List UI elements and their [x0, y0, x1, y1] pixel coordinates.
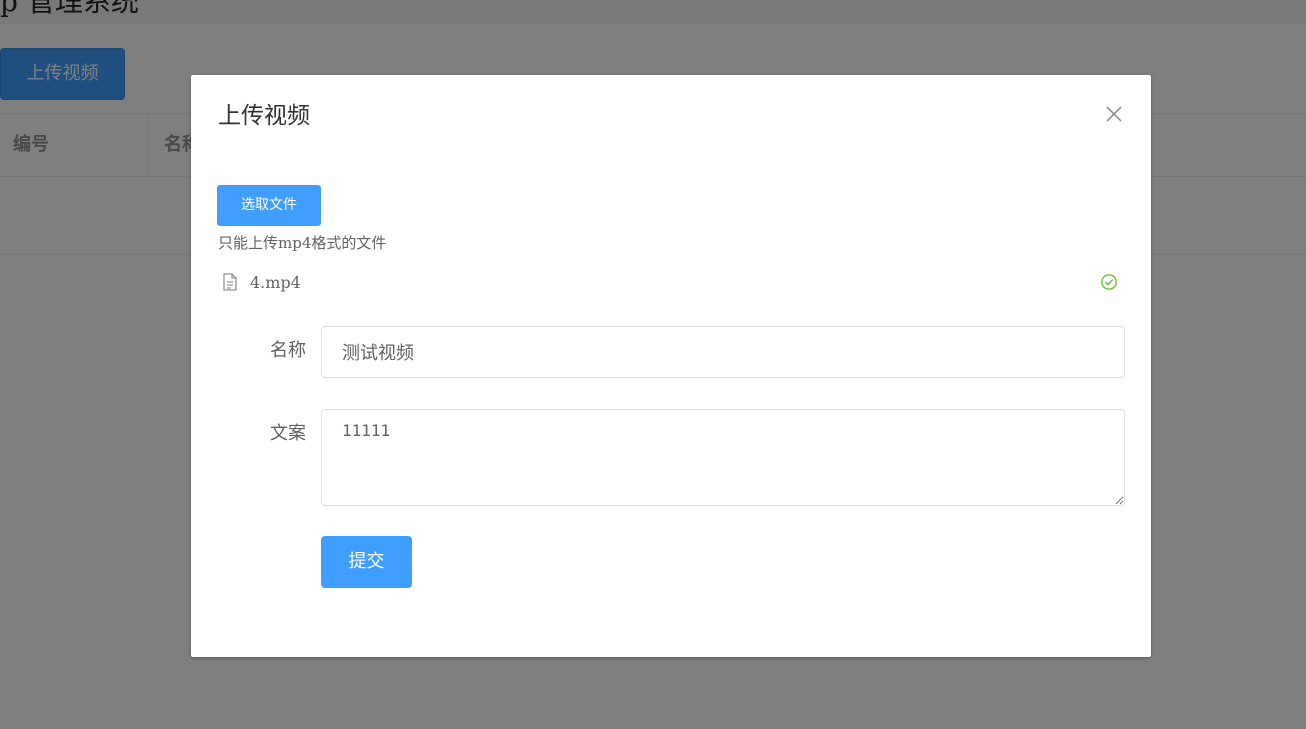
select-file-button[interactable]: 选取文件 — [217, 185, 321, 226]
upload-tip: 只能上传mp4格式的文件 — [218, 234, 387, 252]
close-icon — [1106, 106, 1122, 122]
circle-check-icon — [1101, 274, 1117, 290]
document-icon — [223, 273, 237, 291]
copy-textarea[interactable]: 11111 — [321, 409, 1125, 506]
submit-button[interactable]: 提交 — [321, 536, 412, 588]
name-input[interactable] — [321, 326, 1125, 378]
uploaded-file-item[interactable]: 4.mp4 — [218, 269, 1124, 297]
file-name: 4.mp4 — [250, 273, 301, 292]
dialog-title: 上传视频 — [218, 103, 310, 129]
name-label: 名称 — [270, 340, 306, 361]
copy-label: 文案 — [270, 423, 306, 444]
close-button[interactable] — [1105, 105, 1123, 123]
page: p 管理系统 上传视频 编号 名称 上传视频 选取文件 只能上传mp4格式的文件 — [0, 0, 1306, 729]
upload-video-dialog: 上传视频 选取文件 只能上传mp4格式的文件 4.mp4 名称 测试视频 文案 … — [191, 75, 1151, 657]
